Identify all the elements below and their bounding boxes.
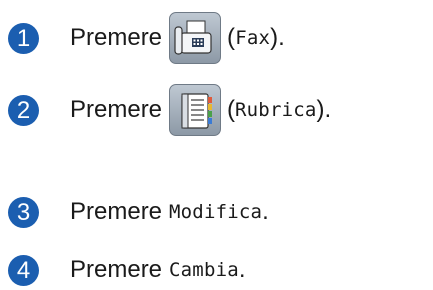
paren-close: ). <box>316 96 332 123</box>
step-3: 3 Premere Modifica . <box>0 194 269 230</box>
step-period: . <box>262 198 269 225</box>
paren-open: ( <box>227 96 236 123</box>
address-book-icon <box>169 84 222 136</box>
step-number: 3 <box>8 196 39 228</box>
button-label-rubrica: Rubrica <box>235 99 317 121</box>
step-2: 2 Premere ( Rubrica ). <box>0 84 332 136</box>
step-verb: Premere <box>70 96 163 123</box>
step-number: 1 <box>8 22 39 54</box>
button-label-fax: Fax <box>235 27 271 49</box>
instruction-steps: 1 Premere (Fax). 2 Premere (Rubrica)… <box>0 0 433 290</box>
step-verb: Premere <box>70 198 163 225</box>
paren-close: ). <box>270 24 285 51</box>
step-verb: Premere <box>70 256 163 283</box>
step-4: 4 Premere Cambia . <box>0 252 246 288</box>
fax-icon <box>169 12 222 64</box>
paren-open: ( <box>227 24 236 51</box>
button-label-cambia: Cambia <box>169 259 239 281</box>
button-label-modifica: Modifica <box>169 201 263 223</box>
step-number: 4 <box>8 254 39 286</box>
step-verb: Premere <box>70 24 163 51</box>
step-number: 2 <box>8 94 39 126</box>
step-1: 1 Premere (Fax). <box>0 12 285 64</box>
step-period: . <box>238 256 246 283</box>
